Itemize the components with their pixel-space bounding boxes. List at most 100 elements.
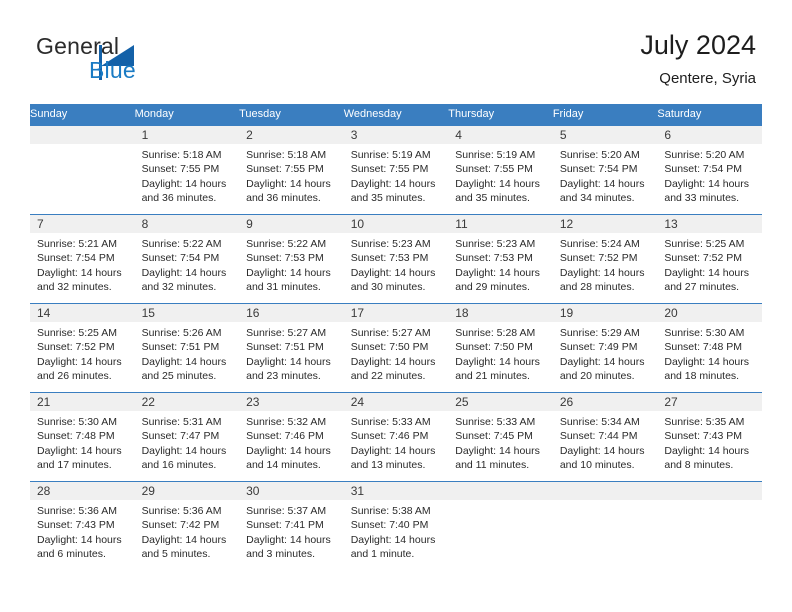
day-detail-line: Daylight: 14 hours bbox=[559, 177, 645, 190]
day-number: 22 bbox=[134, 393, 240, 411]
day-detail-line: Sunrise: 5:20 AM bbox=[559, 149, 640, 161]
calendar-day-cell[interactable]: 24 Sunrise: 5:33 AM Sunset: 7:46 PM Dayligh… bbox=[343, 392, 449, 482]
day-details: Sunrise: 5:25 AM Sunset: 7:52 PM Daylight:… bbox=[657, 233, 762, 294]
day-details: Sunrise: 5:20 AM Sunset: 7:54 PM Daylight:… bbox=[657, 144, 762, 205]
day-detail-line: Sunset: 7:54 PM bbox=[664, 163, 743, 176]
day-detail-line: Daylight: 14 hours bbox=[141, 266, 227, 279]
calendar-day-cell[interactable]: 23 Sunrise: 5:32 AM Sunset: 7:46 PM Dayligh… bbox=[239, 392, 344, 482]
day-detail-line: and 34 minutes. bbox=[559, 191, 635, 204]
day-detail-line: Sunrise: 5:34 AM bbox=[559, 416, 640, 428]
day-detail-line: Daylight: 14 hours bbox=[350, 266, 436, 279]
weekday-header-monday: Monday bbox=[134, 104, 240, 126]
calendar-day-cell[interactable]: 16 Sunrise: 5:27 AM Sunset: 7:51 PM Dayligh… bbox=[239, 303, 344, 393]
day-detail-line: and 8 minutes. bbox=[664, 458, 734, 471]
day-details: Sunrise: 5:19 AM Sunset: 7:55 PM Daylight:… bbox=[448, 144, 553, 205]
calendar-day-cell[interactable]: 30 Sunrise: 5:37 AM Sunset: 7:41 PM Dayligh… bbox=[239, 481, 344, 571]
day-details: Sunrise: 5:21 AM Sunset: 7:54 PM Daylight:… bbox=[30, 233, 135, 294]
day-detail-line: and 35 minutes. bbox=[455, 191, 530, 204]
day-details: Sunrise: 5:30 AM Sunset: 7:48 PM Daylight:… bbox=[30, 411, 135, 472]
day-details: Sunrise: 5:36 AM Sunset: 7:43 PM Daylight:… bbox=[30, 500, 135, 561]
calendar-day-cell[interactable]: 20 Sunrise: 5:30 AM Sunset: 7:48 PM Dayligh… bbox=[657, 303, 762, 393]
calendar-day-cell[interactable]: 12 Sunrise: 5:24 AM Sunset: 7:52 PM Dayligh… bbox=[552, 214, 658, 304]
day-detail-line: Sunset: 7:50 PM bbox=[455, 341, 533, 354]
day-detail-line: Sunrise: 5:23 AM bbox=[350, 238, 431, 250]
calendar-day-cell[interactable]: 8 Sunrise: 5:22 AM Sunset: 7:54 PM Daylight… bbox=[134, 214, 240, 304]
calendar-day-cell[interactable]: 14 Sunrise: 5:25 AM Sunset: 7:52 PM Dayligh… bbox=[30, 303, 135, 393]
day-details: Sunrise: 5:29 AM Sunset: 7:49 PM Daylight:… bbox=[553, 322, 658, 383]
day-detail-line: and 35 minutes. bbox=[350, 191, 426, 204]
day-detail-line: Sunrise: 5:21 AM bbox=[37, 238, 117, 250]
day-details: Sunrise: 5:19 AM Sunset: 7:55 PM Daylight:… bbox=[344, 144, 449, 205]
calendar-body: 1 Sunrise: 5:18 AM Sunset: 7:55 PM Daylight… bbox=[30, 125, 762, 571]
day-number: 4 bbox=[448, 126, 553, 144]
calendar-day-cell[interactable]: 2 Sunrise: 5:18 AM Sunset: 7:55 PM Daylight… bbox=[239, 125, 344, 215]
calendar-day-cell[interactable]: 3 Sunrise: 5:19 AM Sunset: 7:55 PM Daylight… bbox=[343, 125, 449, 215]
calendar-day-cell[interactable]: 7 Sunrise: 5:21 AM Sunset: 7:54 PM Daylight… bbox=[30, 214, 135, 304]
weekday-header-wednesday: Wednesday bbox=[343, 104, 449, 126]
calendar-day-cell[interactable]: 15 Sunrise: 5:26 AM Sunset: 7:51 PM Dayligh… bbox=[134, 303, 240, 393]
calendar-day-cell[interactable]: 18 Sunrise: 5:28 AM Sunset: 7:50 PM Dayligh… bbox=[448, 303, 553, 393]
day-number: 17 bbox=[343, 304, 449, 322]
weekday-header-friday: Friday bbox=[552, 104, 658, 126]
day-detail-line: and 22 minutes. bbox=[350, 369, 426, 382]
day-number bbox=[448, 482, 553, 500]
day-number: 5 bbox=[552, 126, 658, 144]
calendar-day-cell[interactable]: 21 Sunrise: 5:30 AM Sunset: 7:48 PM Dayligh… bbox=[30, 392, 135, 482]
day-detail-line: Daylight: 14 hours bbox=[141, 177, 227, 190]
day-detail-line: Sunset: 7:45 PM bbox=[455, 430, 533, 443]
day-details: Sunrise: 5:23 AM Sunset: 7:53 PM Daylight:… bbox=[344, 233, 449, 294]
logo-text-blue: Blue bbox=[89, 57, 136, 83]
day-detail-line: and 6 minutes. bbox=[37, 547, 106, 560]
calendar-day-cell-empty bbox=[552, 481, 658, 571]
day-number bbox=[552, 482, 658, 500]
calendar-day-cell[interactable]: 9 Sunrise: 5:22 AM Sunset: 7:53 PM Daylight… bbox=[239, 214, 344, 304]
calendar-week-row: 1 Sunrise: 5:18 AM Sunset: 7:55 PM Daylight… bbox=[30, 125, 762, 215]
day-detail-line: and 26 minutes. bbox=[37, 369, 112, 382]
calendar-day-cell[interactable]: 17 Sunrise: 5:27 AM Sunset: 7:50 PM Dayligh… bbox=[343, 303, 449, 393]
calendar-day-cell[interactable]: 27 Sunrise: 5:35 AM Sunset: 7:43 PM Dayligh… bbox=[657, 392, 762, 482]
day-detail-line: Daylight: 14 hours bbox=[37, 444, 122, 457]
day-detail-line: Sunrise: 5:18 AM bbox=[141, 149, 222, 161]
calendar-day-cell[interactable]: 22 Sunrise: 5:31 AM Sunset: 7:47 PM Dayligh… bbox=[134, 392, 240, 482]
day-detail-line: Sunset: 7:43 PM bbox=[664, 430, 743, 443]
calendar-day-cell[interactable]: 4 Sunrise: 5:19 AM Sunset: 7:55 PM Daylight… bbox=[448, 125, 553, 215]
day-detail-line: Sunset: 7:52 PM bbox=[559, 252, 638, 265]
day-number: 18 bbox=[448, 304, 553, 322]
calendar-day-cell[interactable]: 19 Sunrise: 5:29 AM Sunset: 7:49 PM Dayligh… bbox=[552, 303, 658, 393]
day-details: Sunrise: 5:26 AM Sunset: 7:51 PM Daylight:… bbox=[135, 322, 240, 383]
day-detail-line: Daylight: 14 hours bbox=[350, 177, 436, 190]
calendar-day-cell[interactable]: 10 Sunrise: 5:23 AM Sunset: 7:53 PM Dayligh… bbox=[343, 214, 449, 304]
day-detail-line: Sunset: 7:53 PM bbox=[350, 252, 429, 265]
calendar-day-cell[interactable]: 11 Sunrise: 5:23 AM Sunset: 7:53 PM Dayligh… bbox=[448, 214, 553, 304]
calendar-day-cell[interactable]: 25 Sunrise: 5:33 AM Sunset: 7:45 PM Dayligh… bbox=[448, 392, 553, 482]
day-number: 15 bbox=[134, 304, 240, 322]
calendar-day-cell[interactable]: 31 Sunrise: 5:38 AM Sunset: 7:40 PM Dayligh… bbox=[343, 481, 449, 571]
day-detail-line: Sunrise: 5:22 AM bbox=[246, 238, 327, 250]
calendar-day-cell[interactable]: 13 Sunrise: 5:25 AM Sunset: 7:52 PM Dayligh… bbox=[657, 214, 762, 304]
day-details bbox=[30, 144, 135, 148]
calendar-day-cell[interactable]: 29 Sunrise: 5:36 AM Sunset: 7:42 PM Dayligh… bbox=[134, 481, 240, 571]
day-details: Sunrise: 5:37 AM Sunset: 7:41 PM Daylight:… bbox=[239, 500, 344, 561]
day-number: 24 bbox=[343, 393, 449, 411]
day-detail-line: and 5 minutes. bbox=[141, 547, 211, 560]
calendar-day-cell[interactable]: 26 Sunrise: 5:34 AM Sunset: 7:44 PM Dayligh… bbox=[552, 392, 658, 482]
calendar-day-cell[interactable]: 1 Sunrise: 5:18 AM Sunset: 7:55 PM Daylight… bbox=[134, 125, 240, 215]
weekday-header-sunday: Sunday bbox=[30, 104, 135, 126]
day-detail-line: and 29 minutes. bbox=[455, 280, 530, 293]
day-detail-line: Daylight: 14 hours bbox=[559, 444, 645, 457]
day-detail-line: Daylight: 14 hours bbox=[141, 355, 227, 368]
day-detail-line: Daylight: 14 hours bbox=[246, 266, 331, 279]
day-number: 16 bbox=[239, 304, 344, 322]
day-details: Sunrise: 5:33 AM Sunset: 7:45 PM Daylight:… bbox=[448, 411, 553, 472]
day-detail-line: and 33 minutes. bbox=[664, 191, 740, 204]
calendar-day-cell[interactable]: 28 Sunrise: 5:36 AM Sunset: 7:43 PM Dayligh… bbox=[30, 481, 135, 571]
day-details: Sunrise: 5:25 AM Sunset: 7:52 PM Daylight:… bbox=[30, 322, 135, 383]
day-detail-line: Sunrise: 5:19 AM bbox=[455, 149, 536, 161]
calendar-week-row: 14 Sunrise: 5:25 AM Sunset: 7:52 PM Dayligh… bbox=[30, 303, 762, 393]
calendar-day-cell[interactable]: 6 Sunrise: 5:20 AM Sunset: 7:54 PM Daylight… bbox=[657, 125, 762, 215]
day-detail-line: and 18 minutes. bbox=[664, 369, 740, 382]
day-detail-line: Daylight: 14 hours bbox=[350, 533, 436, 546]
calendar-day-cell[interactable]: 5 Sunrise: 5:20 AM Sunset: 7:54 PM Daylight… bbox=[552, 125, 658, 215]
day-detail-line: and 17 minutes. bbox=[37, 458, 112, 471]
day-detail-line: Sunrise: 5:38 AM bbox=[350, 505, 431, 517]
